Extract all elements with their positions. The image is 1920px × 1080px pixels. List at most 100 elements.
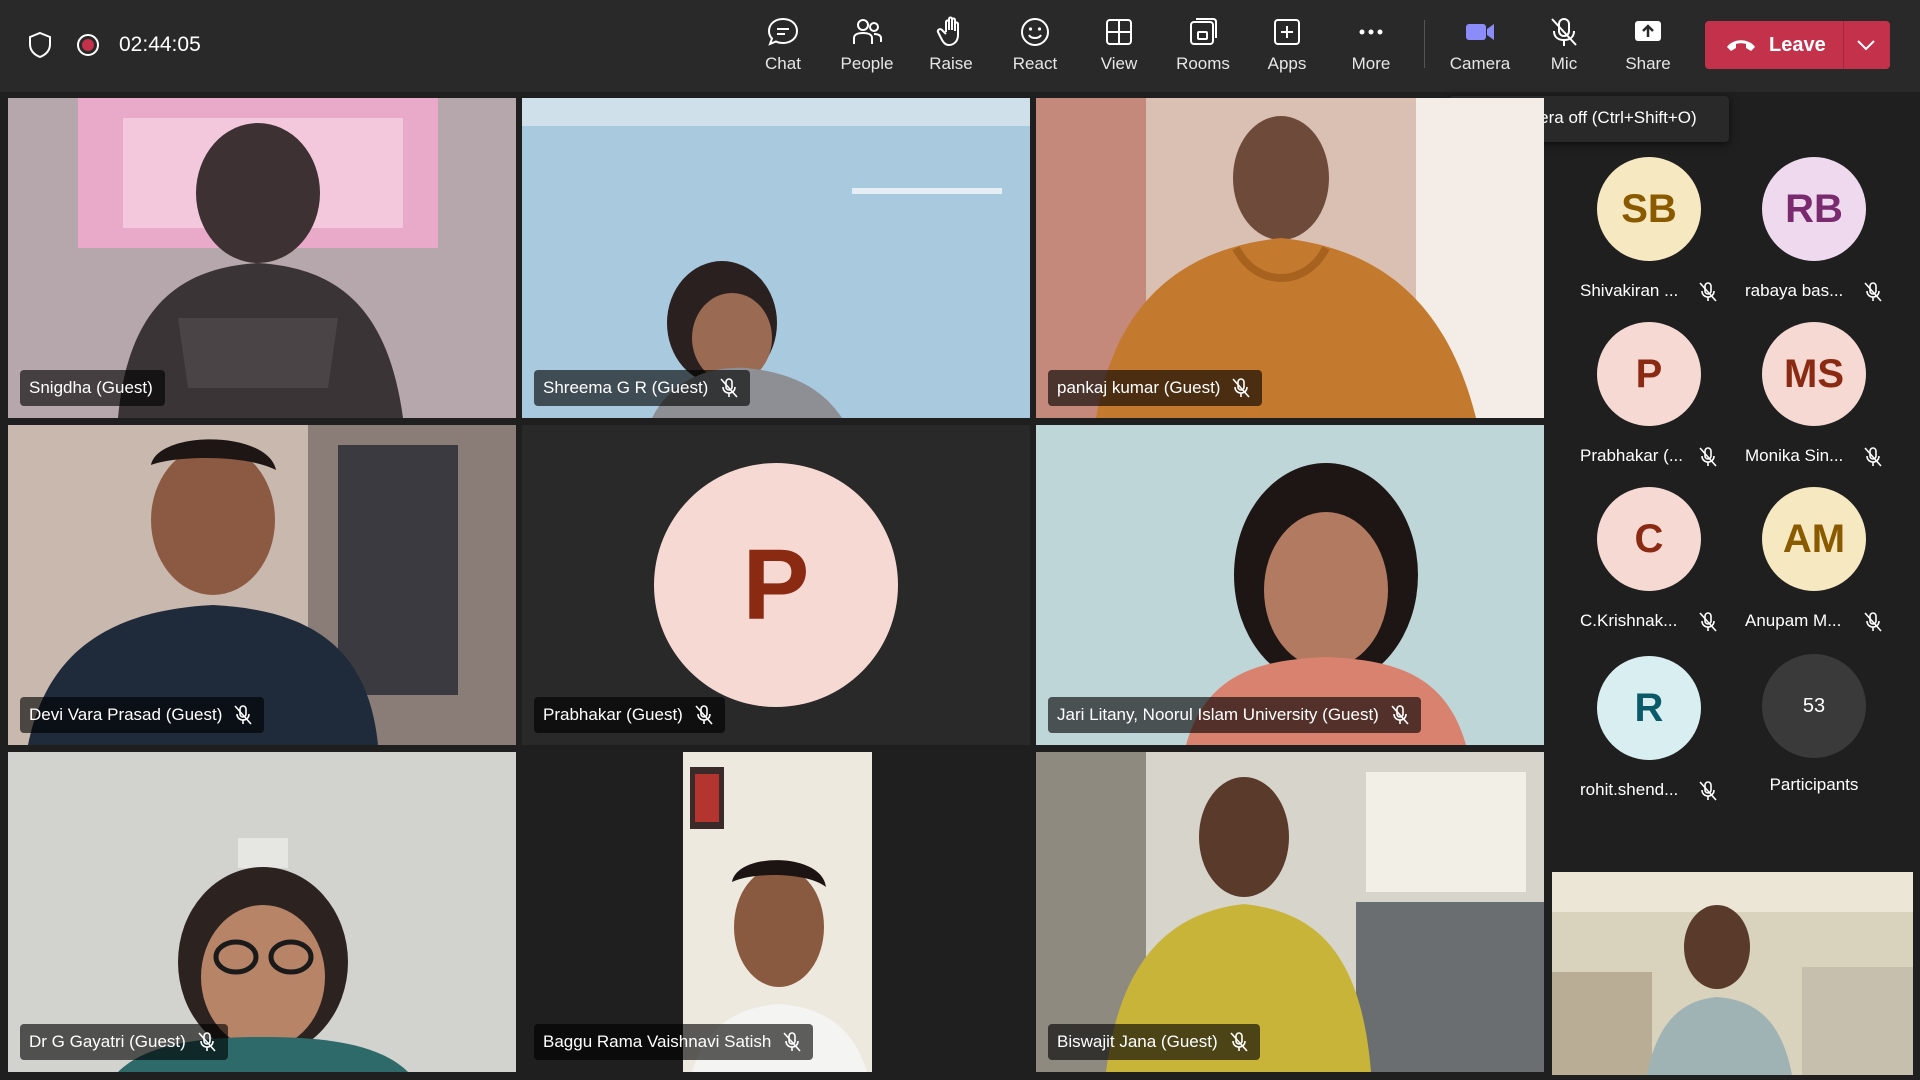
participant-name-tag: pankaj kumar (Guest) xyxy=(1048,370,1263,406)
participant-name: Biswajit Jana (Guest) xyxy=(1057,1032,1218,1051)
raise-hand-button[interactable]: Raise xyxy=(911,12,991,82)
participant-name: rohit.shend... xyxy=(1580,780,1679,799)
participant-avatar[interactable]: RB xyxy=(1762,157,1866,261)
mic-off-icon xyxy=(1230,1032,1248,1052)
mic-off-icon xyxy=(1699,447,1717,467)
participant-name: pankaj kumar (Guest) xyxy=(1057,378,1221,397)
rooms-label: Rooms xyxy=(1176,54,1230,73)
share-icon xyxy=(1635,21,1661,41)
participant-avatar: P xyxy=(654,463,898,707)
participant-avatar[interactable]: R xyxy=(1597,656,1701,760)
participant-name: Jari Litany, Noorul Islam University (Gu… xyxy=(1057,705,1379,724)
grid-view-icon xyxy=(1106,19,1132,45)
video-tile[interactable]: Devi Vara Prasad (Guest) xyxy=(8,425,516,745)
leave-button[interactable]: Leave xyxy=(1705,21,1890,69)
participant-name: Snigdha (Guest) xyxy=(29,378,153,397)
mic-button[interactable]: Mic xyxy=(1524,12,1604,82)
apps-icon xyxy=(1274,19,1300,45)
hang-up-icon xyxy=(1727,40,1755,51)
mic-off-icon xyxy=(783,1032,801,1052)
meeting-timer: 02:44:05 xyxy=(119,33,201,56)
participant-name-tag: Dr G Gayatri (Guest) xyxy=(20,1024,228,1060)
avatar-initials: C xyxy=(1634,516,1664,561)
participant-name: Monika Sin... xyxy=(1745,446,1844,465)
video-tile[interactable]: pankaj kumar (Guest) xyxy=(1036,98,1544,418)
mic-off-icon xyxy=(198,1032,216,1052)
raise-hand-icon xyxy=(936,16,959,46)
avatar-initials: RB xyxy=(1785,186,1843,231)
participant-name: rabaya bas... xyxy=(1745,281,1844,300)
participants-count: 53 xyxy=(1802,694,1826,717)
share-label: Share xyxy=(1625,54,1671,73)
participant-name-tag: Jari Litany, Noorul Islam University (Gu… xyxy=(1048,697,1421,733)
rooms-button[interactable]: Rooms xyxy=(1163,12,1243,82)
participant-avatar[interactable]: P xyxy=(1597,322,1701,426)
leave-label: Leave xyxy=(1769,34,1826,56)
camera-icon xyxy=(1466,24,1494,40)
video-tile[interactable]: P Prabhakar (Guest) xyxy=(522,425,1030,745)
mic-off-icon xyxy=(720,378,738,398)
apps-button[interactable]: Apps xyxy=(1247,12,1327,82)
meeting-toolbar: 02:44:05 Chat People Raise React View Ro… xyxy=(0,0,1920,92)
video-tile[interactable]: Biswajit Jana (Guest) xyxy=(1036,752,1544,1072)
rooms-icon xyxy=(1190,18,1217,45)
video-tile[interactable]: Jari Litany, Noorul Islam University (Gu… xyxy=(1036,425,1544,745)
chat-button[interactable]: Chat xyxy=(743,12,823,82)
view-button[interactable]: View xyxy=(1079,12,1159,82)
mic-off-icon xyxy=(1864,612,1882,632)
participants-count-label: Participants xyxy=(1769,775,1859,794)
self-view-video[interactable] xyxy=(1552,872,1913,1075)
people-button[interactable]: People xyxy=(827,12,907,82)
chat-icon xyxy=(767,17,799,46)
avatar-initials: AM xyxy=(1782,516,1846,561)
self-video-feed xyxy=(1552,872,1913,1075)
participant-name-tag: Snigdha (Guest) xyxy=(20,370,165,406)
more-button[interactable]: More xyxy=(1331,12,1411,82)
avatar-initials: MS xyxy=(1784,351,1844,396)
participant-name-tag: Baggu Rama Vaishnavi Satish xyxy=(534,1024,814,1060)
participant-name: Dr G Gayatri (Guest) xyxy=(29,1032,186,1051)
avatar-initials: SB xyxy=(1621,186,1677,231)
apps-label: Apps xyxy=(1267,54,1307,73)
mic-off-icon xyxy=(1551,18,1577,46)
avatar-initials: R xyxy=(1634,685,1664,730)
participant-name: Devi Vara Prasad (Guest) xyxy=(29,705,223,724)
mic-off-icon xyxy=(1699,781,1717,801)
chevron-down-icon[interactable] xyxy=(1855,36,1877,54)
mic-label: Mic xyxy=(1550,54,1578,73)
participant-avatar[interactable]: C xyxy=(1597,487,1701,591)
avatar-initials: P xyxy=(742,528,810,641)
participants-count-button[interactable]: 53 xyxy=(1762,654,1866,758)
react-button[interactable]: React xyxy=(995,12,1075,82)
participant-name-tag: Devi Vara Prasad (Guest) xyxy=(20,697,265,733)
mic-off-icon xyxy=(1699,612,1717,632)
mic-off-icon xyxy=(1391,705,1409,725)
participant-name: C.Krishnak... xyxy=(1580,611,1678,630)
participant-name: Anupam M... xyxy=(1745,611,1842,630)
video-tile[interactable]: Shreema G R (Guest) xyxy=(522,98,1030,418)
shield-icon[interactable] xyxy=(28,31,52,64)
participant-name: Prabhakar (... xyxy=(1580,446,1683,465)
more-icon xyxy=(1359,29,1383,35)
participant-avatar[interactable]: AM xyxy=(1762,487,1866,591)
mic-off-icon xyxy=(234,705,252,725)
camera-label: Camera xyxy=(1449,54,1511,73)
share-button[interactable]: Share xyxy=(1608,12,1688,82)
participant-avatar[interactable]: MS xyxy=(1762,322,1866,426)
raise-label: Raise xyxy=(929,54,973,73)
participant-name: Shivakiran ... xyxy=(1580,281,1679,300)
react-label: React xyxy=(1012,54,1058,73)
mic-off-icon xyxy=(695,705,713,725)
participant-name: Prabhakar (Guest) xyxy=(543,705,683,724)
toolbar-divider xyxy=(1424,20,1425,68)
participant-name-tag: Prabhakar (Guest) xyxy=(534,697,725,733)
camera-button[interactable]: Camera xyxy=(1440,12,1520,82)
video-tile[interactable]: Baggu Rama Vaishnavi Satish xyxy=(522,752,1030,1072)
mic-off-icon xyxy=(1699,282,1717,302)
video-tile[interactable]: Snigdha (Guest) xyxy=(8,98,516,418)
participant-avatar[interactable]: SB xyxy=(1597,157,1701,261)
avatar-initials: P xyxy=(1635,351,1663,396)
video-tile[interactable]: Dr G Gayatri (Guest) xyxy=(8,752,516,1072)
participant-name-tag: Shreema G R (Guest) xyxy=(534,370,751,406)
emoji-icon xyxy=(1021,18,1049,46)
